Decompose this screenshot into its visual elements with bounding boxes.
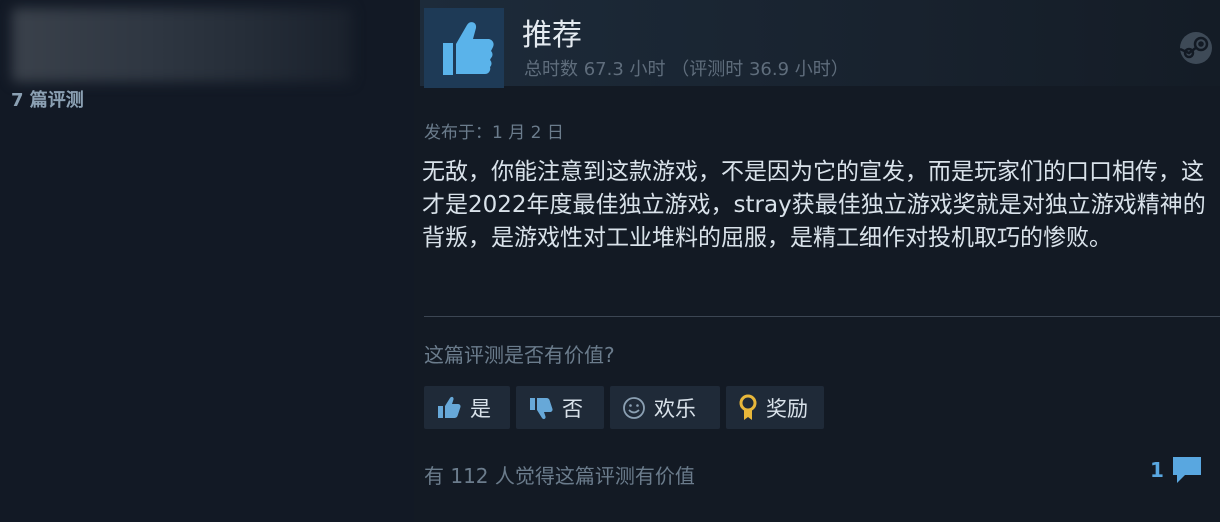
- reviewer-panel: 7 篇评测: [0, 0, 414, 522]
- smiley-icon: [623, 396, 645, 419]
- award-button[interactable]: 奖励: [726, 386, 824, 429]
- vote-funny-button[interactable]: 欢乐: [610, 386, 720, 429]
- divider: [424, 316, 1220, 317]
- award-label: 奖励: [766, 396, 808, 421]
- comments-link[interactable]: 1: [1150, 454, 1204, 486]
- playtime-hours: 总时数 67.3 小时 （评测时 36.9 小时）: [524, 59, 849, 80]
- vote-funny-label: 欢乐: [654, 396, 696, 421]
- comment-icon: [1172, 457, 1201, 483]
- thumbs-up-icon: [443, 22, 494, 75]
- vote-no-label: 否: [562, 396, 583, 421]
- award-icon: [739, 394, 757, 420]
- steam-logo-icon[interactable]: [1178, 30, 1214, 70]
- helpful-count: 有 112 人觉得这篇评测有价值: [424, 464, 695, 488]
- vote-buttons: 是 否 欢乐 奖励: [424, 386, 824, 429]
- comment-count: 1: [1150, 458, 1164, 482]
- recommendation-title[interactable]: 推荐: [522, 10, 582, 54]
- vote-yes-label: 是: [470, 396, 491, 421]
- vote-no-button[interactable]: 否: [516, 386, 604, 429]
- thumbs-down-icon: [530, 397, 553, 419]
- reviewer-review-count[interactable]: 7 篇评测: [11, 86, 84, 112]
- thumbs-up-icon: [438, 396, 461, 418]
- review-body: 无敌，你能注意到这款游戏，不是因为它的宣发，而是玩家们的口口相传，这才是2022…: [422, 159, 1206, 251]
- posted-date: 发布于：1 月 2 日: [424, 123, 564, 143]
- recommend-badge: [424, 8, 504, 88]
- vote-yes-button[interactable]: 是: [424, 386, 510, 429]
- reviewer-avatar-name-blurred[interactable]: [12, 8, 352, 82]
- helpful-question: 这篇评测是否有价值?: [424, 343, 615, 367]
